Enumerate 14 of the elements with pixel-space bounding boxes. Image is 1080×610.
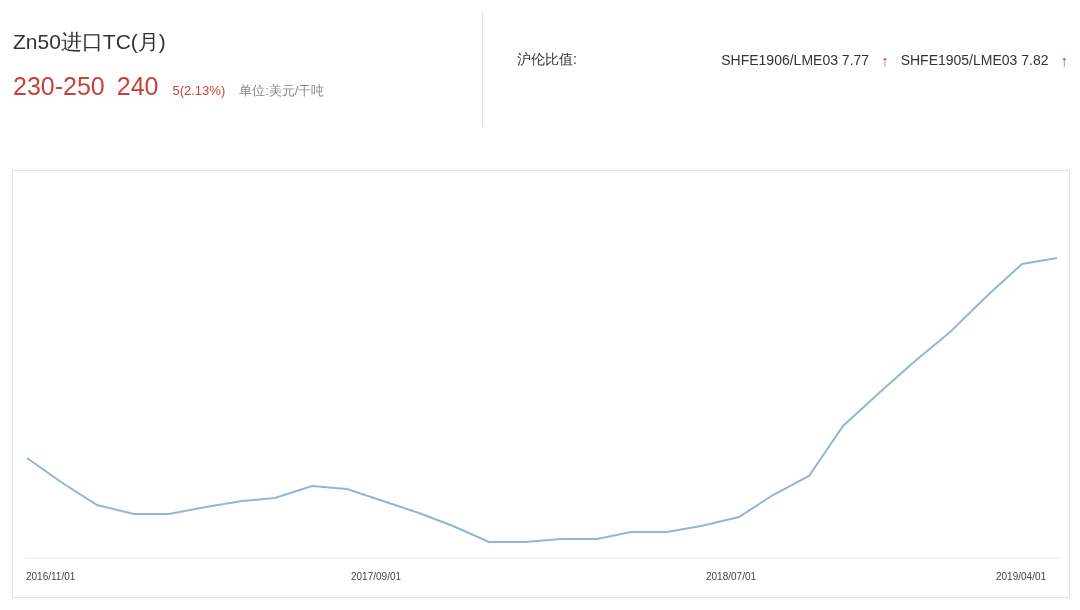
x-axis-label: 2019/04/01 bbox=[996, 571, 1047, 582]
ratio-value: SHFE1906/LME03 7.77 bbox=[721, 52, 870, 68]
ratio-value: SHFE1905/LME03 7.82 bbox=[900, 52, 1049, 68]
x-axis-label: 2017/09/01 bbox=[351, 571, 402, 582]
up-arrow-icon: ↑ bbox=[881, 51, 889, 69]
price-value: 240 bbox=[116, 72, 159, 101]
ratio-label: 沪伦比值: bbox=[517, 51, 577, 69]
price-range: 230-250 bbox=[13, 72, 105, 101]
unit-label: 单位:美元/干吨 bbox=[239, 82, 325, 100]
chart-title: Zn50进口TC(月) bbox=[13, 29, 166, 55]
price-change: 5(2.13%) bbox=[172, 83, 226, 98]
x-axis-label: 2018/07/01 bbox=[706, 571, 757, 582]
x-axis-label: 2016/11/01 bbox=[26, 571, 76, 582]
up-arrow-icon: ↑ bbox=[1060, 51, 1068, 69]
